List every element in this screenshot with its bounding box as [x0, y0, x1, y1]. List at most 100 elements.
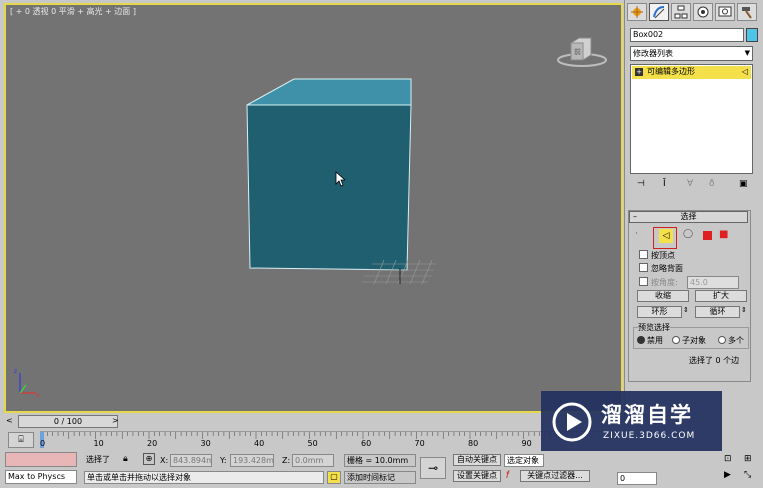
modify-icon: [653, 6, 665, 19]
z-coordinate-field[interactable]: 0.0mm: [292, 454, 334, 467]
watermark-overlay: 溜溜自学 ZIXUE.3D66.COM: [541, 391, 722, 451]
track-tick-label: 60: [361, 439, 372, 448]
ground-grid: [362, 259, 436, 285]
play-logo-icon: [552, 402, 592, 442]
key-tangent-icon[interactable]: 𝑓: [506, 470, 509, 481]
y-coordinate-field[interactable]: 193.428mm: [230, 454, 274, 467]
hierarchy-icon: [674, 5, 688, 19]
subobject-triangle-icon: ◁: [741, 67, 748, 76]
prev-frame-icon[interactable]: <: [6, 416, 13, 425]
viewport-label[interactable]: [ + 0 透视 0 平滑 + 高光 + 边面 ]: [10, 6, 136, 17]
preview-off-radio[interactable]: [637, 336, 645, 344]
by-angle-label: 按角度:: [651, 278, 678, 287]
ignore-backfacing-label: 忽略背面: [651, 264, 683, 273]
ignore-backfacing-checkbox[interactable]: [639, 263, 648, 272]
maximize-viewport-icon[interactable]: ⤡: [744, 470, 751, 480]
grid-size-display: 栅格 = 10.0mm: [344, 454, 416, 467]
time-tag-icon[interactable]: ▢: [327, 471, 341, 484]
border-mode-icon[interactable]: ◯: [683, 229, 693, 239]
preview-multi-radio[interactable]: [718, 336, 726, 344]
track-tick-label: 70: [414, 439, 425, 448]
display-tab[interactable]: [715, 3, 735, 21]
ring-button[interactable]: 环形: [637, 306, 682, 318]
mini-curve-editor-icon[interactable]: ⌸: [8, 432, 34, 448]
track-tick-label: 80: [468, 439, 479, 448]
add-time-tag[interactable]: 添加时间标记: [344, 471, 416, 484]
preview-subobject-radio[interactable]: [672, 336, 680, 344]
configure-sets-icon[interactable]: ▣: [739, 179, 748, 189]
zoom-icon[interactable]: ⊡: [724, 454, 732, 464]
svg-text:z: z: [14, 368, 17, 375]
axis-gizmo-icon: z x: [14, 368, 40, 399]
display-icon: [718, 6, 732, 17]
key-mode-dropdown[interactable]: 选定对象: [504, 454, 544, 467]
zoom-all-icon[interactable]: ⊞: [744, 454, 752, 464]
object-color-swatch[interactable]: [746, 28, 758, 42]
auto-key-button[interactable]: 自动关键点: [453, 454, 501, 466]
polygon-mode-icon[interactable]: [703, 231, 712, 240]
by-angle-checkbox[interactable]: [639, 277, 648, 286]
field-of-view-icon[interactable]: ▶: [724, 470, 731, 480]
motion-tab[interactable]: [693, 3, 713, 21]
loop-button[interactable]: 循环: [695, 306, 740, 318]
motion-icon: [697, 6, 709, 18]
z-label: Z:: [282, 456, 291, 465]
make-unique-icon[interactable]: ∀: [687, 179, 693, 189]
selection-count: 选择了 0 个边: [689, 356, 740, 365]
max-physics-field[interactable]: Max to Physcs: [5, 470, 77, 484]
hierarchy-tab[interactable]: [671, 3, 691, 21]
lock-selection-icon[interactable]: 🔒︎: [123, 454, 128, 464]
dropdown-arrow-icon: ▼: [744, 49, 750, 57]
edge-mode-icon[interactable]: ◁: [659, 229, 673, 243]
by-vertex-label: 按顶点: [651, 251, 675, 260]
next-frame-icon[interactable]: >: [112, 416, 119, 425]
hammer-icon: [742, 7, 752, 19]
modifier-list-dropdown[interactable]: 修改器列表 ▼: [630, 46, 753, 61]
create-tab[interactable]: [627, 3, 647, 21]
loop-spinner-icon[interactable]: ⇕: [741, 306, 747, 314]
remove-modifier-icon[interactable]: ð: [709, 179, 715, 189]
shrink-button[interactable]: 收缩: [637, 290, 689, 302]
key-filters-button[interactable]: 关键点过滤器...: [520, 470, 590, 482]
vertex-mode-icon[interactable]: ·: [635, 229, 638, 239]
viewcube-icon[interactable]: 前: [557, 33, 609, 69]
selection-rollout: – 选择 · ◁ ◯ ■ 按顶点 忽略背面 按角度: 45.0 收缩 扩大 环形…: [628, 210, 751, 382]
object-name-field[interactable]: Box002: [630, 28, 744, 42]
maxscript-listener[interactable]: [5, 452, 77, 467]
rollout-header[interactable]: – 选择: [629, 211, 748, 223]
stack-tools: ⊣ Ī ∀ ð ▣: [633, 178, 753, 192]
mouse-cursor-icon: [335, 171, 345, 187]
x-coordinate-field[interactable]: 843.894mm: [170, 454, 212, 467]
svg-text:前: 前: [574, 47, 581, 56]
angle-spinner[interactable]: 45.0: [687, 276, 739, 289]
set-key-button[interactable]: 设置关键点: [453, 470, 501, 482]
ring-spinner-icon[interactable]: ⇕: [683, 306, 689, 314]
collapse-icon: –: [633, 212, 637, 221]
modifier-list-label: 修改器列表: [633, 49, 673, 58]
track-tick-label: 40: [254, 439, 265, 448]
stack-item-editable-poly[interactable]: + 可编辑多边形 ◁: [632, 66, 751, 79]
preview-selection-title: 预览选择: [638, 322, 670, 333]
expand-icon[interactable]: +: [635, 68, 643, 76]
pin-stack-icon[interactable]: ⊣: [637, 179, 645, 189]
set-key-icon[interactable]: ⊸: [420, 457, 446, 479]
element-mode-icon[interactable]: ■: [719, 229, 728, 240]
svg-text:x: x: [36, 392, 40, 399]
stack-item-label: 可编辑多边形: [647, 67, 695, 76]
current-frame-field[interactable]: 0: [617, 472, 657, 485]
rollout-title: 选择: [680, 212, 697, 221]
status-bar: Max to Physcs 选择了 🔒︎ ⊕ X: 843.894mm Y: 1…: [0, 450, 763, 488]
prompt-line: 单击或单击并拖动以选择对象: [84, 471, 324, 484]
watermark-url: ZIXUE.3D66.COM: [603, 431, 696, 441]
track-bar-labels: 0 10 20 30 40 50 60 70 80 90: [40, 439, 625, 449]
show-end-result-icon[interactable]: Ī: [663, 179, 666, 189]
time-slider[interactable]: 0 / 100: [18, 415, 118, 428]
grow-button[interactable]: 扩大: [695, 290, 747, 302]
absolute-mode-icon[interactable]: ⊕: [143, 453, 155, 465]
utilities-tab[interactable]: [737, 3, 757, 21]
modifier-stack[interactable]: + 可编辑多边形 ◁: [630, 64, 753, 174]
perspective-viewport[interactable]: [ + 0 透视 0 平滑 + 高光 + 边面 ] 前 z x: [4, 3, 623, 413]
by-vertex-checkbox[interactable]: [639, 250, 648, 259]
modify-tab[interactable]: [649, 3, 669, 21]
command-panel: Box002 修改器列表 ▼ + 可编辑多边形 ◁ ⊣ Ī ∀ ð ▣ – 选择…: [624, 0, 763, 418]
